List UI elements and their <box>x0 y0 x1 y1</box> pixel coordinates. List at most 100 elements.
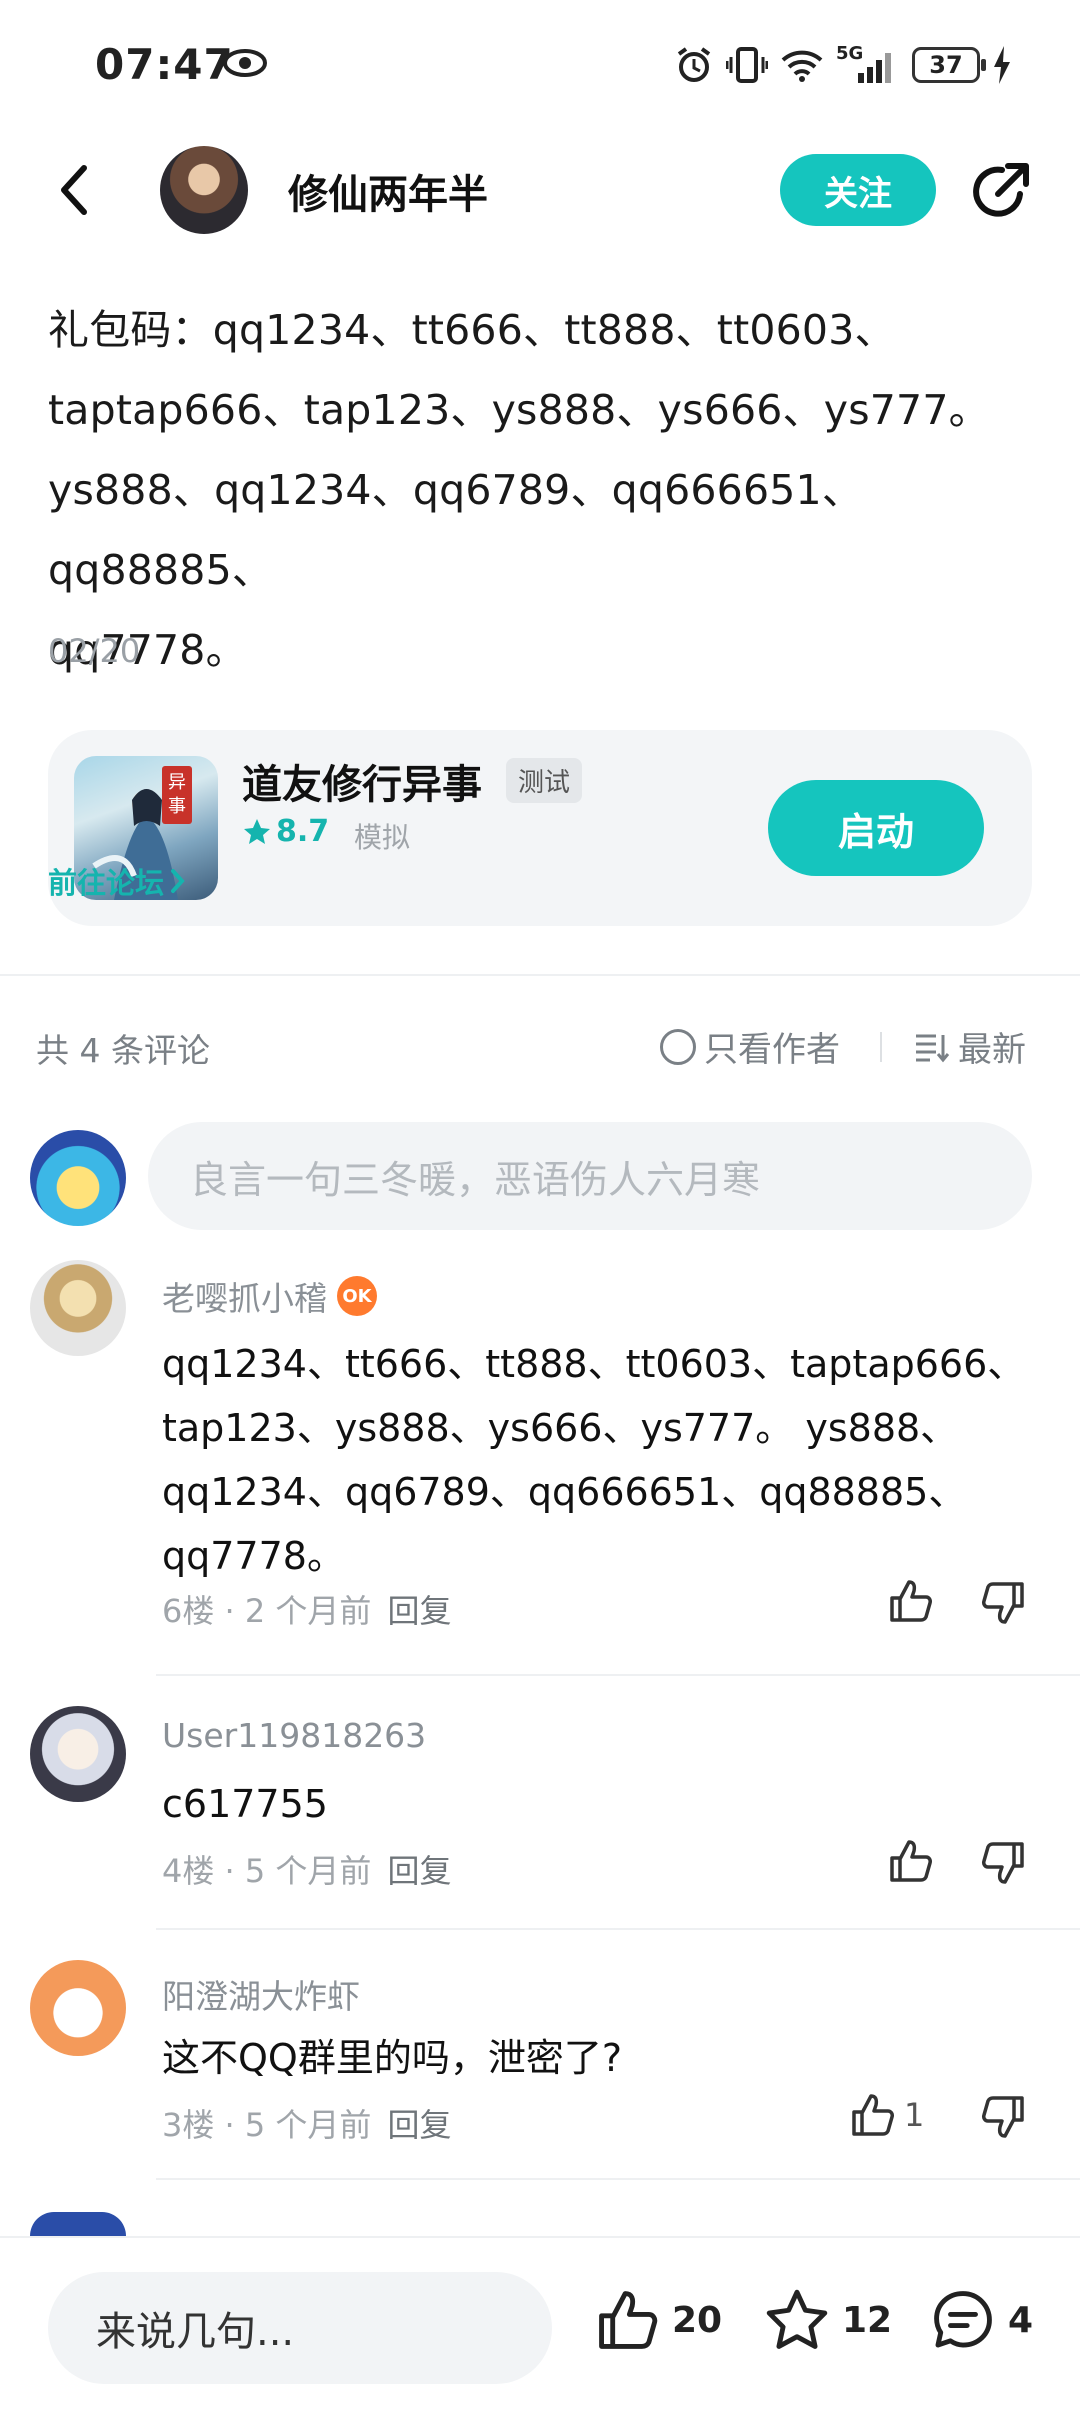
favorite-count: 12 <box>842 2299 893 2341</box>
sort-toggle[interactable]: 最新 <box>914 1022 1026 1071</box>
thumbs-up-icon <box>599 2291 658 2349</box>
commenter-avatar-partial <box>30 2212 126 2236</box>
comments-count: 共 4 条评论 <box>36 1031 210 1070</box>
post-line: 礼包码：qq1234、tt666、tt888、tt0603、 <box>48 306 896 354</box>
like-button[interactable] <box>888 1578 934 1624</box>
game-card[interactable]: 异事 道友修行异事 测试 8.7 模拟 前往论坛 启动 <box>48 730 1032 926</box>
commenter-avatar[interactable] <box>30 1706 126 1802</box>
comment-meta: 3楼 · 5 个月前 回复 <box>162 2106 452 2144</box>
status-time: 07:47 <box>95 40 234 89</box>
like-button[interactable] <box>888 1838 934 1884</box>
thumbs-up-icon <box>890 1580 932 1622</box>
bottom-action-bar: 来说几句... 20 12 4 <box>0 2236 1080 2412</box>
thumbs-down-icon[interactable] <box>980 1580 1026 1626</box>
comment-line: c617755 <box>162 1782 328 1826</box>
thumbs-down-icon[interactable] <box>980 1840 1026 1886</box>
chevron-right-icon <box>171 869 185 893</box>
signal-icon: 5G <box>836 43 900 85</box>
comment-line: qq1234、tt666、tt888、tt0603、taptap666、 <box>162 1342 1026 1386</box>
author-avatar[interactable] <box>160 146 248 234</box>
reply-button[interactable]: 回复 <box>387 1592 451 1630</box>
commenter-avatar[interactable] <box>30 1960 126 2056</box>
author-only-label: 只看作者 <box>704 1030 840 1070</box>
charging-icon <box>994 46 1010 84</box>
post-line: qq7778。 <box>48 626 247 674</box>
share-icon[interactable] <box>968 158 1034 224</box>
game-genre: 模拟 <box>354 821 411 854</box>
post-line: ys888、qq1234、qq6789、qq666651、qq88885、 <box>48 466 864 594</box>
commenter-name[interactable]: 老嘤抓小稽 OK <box>162 1272 377 1320</box>
star-outline-icon <box>766 2289 828 2349</box>
comment-count: 4 <box>1008 2299 1034 2341</box>
follow-button[interactable]: 关注 <box>780 154 936 226</box>
comment-button[interactable]: 4 <box>930 2288 1033 2352</box>
comment-divider <box>156 2178 1080 2180</box>
commenter-avatar[interactable] <box>30 1260 126 1356</box>
wifi-icon <box>781 50 823 82</box>
rating-value: 8.7 <box>276 814 330 849</box>
comment-floor: 6楼 <box>162 1592 215 1630</box>
test-tag: 测试 <box>506 758 583 803</box>
comment-item: 老嘤抓小稽 OK qq1234、tt666、tt888、tt0603、tapta… <box>0 1260 1080 1680</box>
comment-text: c617755 <box>162 1772 1042 1836</box>
launch-button[interactable]: 启动 <box>768 780 984 876</box>
post-date: 02/20 <box>48 632 141 670</box>
commenter-name-text: 阳澄湖大炸虾 <box>162 1977 360 2016</box>
post-header: 修仙两年半 关注 <box>0 130 1080 250</box>
game-badge-icon: OK <box>337 1276 377 1316</box>
battery-icon: 37 <box>912 47 986 83</box>
comment-text: 这不QQ群里的吗，泄密了? <box>162 2026 1042 2090</box>
game-title[interactable]: 道友修行异事 <box>242 752 482 810</box>
sort-label: 最新 <box>958 1030 1026 1070</box>
commenter-name[interactable]: 阳澄湖大炸虾 <box>162 1970 360 2018</box>
comment-floor: 3楼 <box>162 2106 215 2144</box>
sort-separator <box>880 1032 882 1062</box>
comment-item: User119818263 c617755 4楼 · 5 个月前 回复 <box>0 1706 1080 1936</box>
forum-link[interactable]: 前往论坛 <box>48 860 186 902</box>
comment-time: 2 个月前 <box>244 1592 372 1630</box>
comment-floor: 4楼 <box>162 1852 215 1890</box>
like-count: 1 <box>904 2096 925 2134</box>
like-post-button[interactable]: 20 <box>596 2288 722 2352</box>
comment-meta: 6楼 · 2 个月前 回复 <box>162 1592 452 1630</box>
my-avatar[interactable] <box>30 1130 126 1226</box>
thumbs-down-icon[interactable] <box>980 2094 1026 2140</box>
commenter-name[interactable]: User119818263 <box>162 1716 426 1755</box>
vibrate-icon <box>726 47 768 83</box>
battery-level: 37 <box>929 51 963 79</box>
comment-divider <box>156 1928 1080 1930</box>
comment-text: qq1234、tt666、tt888、tt0603、taptap666、 tap… <box>162 1332 1042 1588</box>
status-icons: 5G 37 <box>674 40 1012 90</box>
author-only-toggle[interactable]: 只看作者 <box>660 1022 840 1071</box>
comment-divider <box>156 1674 1080 1676</box>
comment-bubble-icon <box>934 2291 992 2348</box>
post-body: 礼包码：qq1234、tt666、tt888、tt0603、 taptap666… <box>48 290 1038 690</box>
comment-time: 5 个月前 <box>244 2106 372 2144</box>
game-rating: 8.7 <box>242 814 329 849</box>
comment-line: tap123、ys888、ys666、ys777。 ys888、 <box>162 1406 959 1450</box>
author-name[interactable]: 修仙两年半 <box>288 162 488 220</box>
reply-button[interactable]: 回复 <box>387 2106 451 2144</box>
comment-item: 阳澄湖大炸虾 这不QQ群里的吗，泄密了? 3楼 · 5 个月前 回复 1 <box>0 1960 1080 2190</box>
eye-icon <box>223 49 267 77</box>
thumbs-up-icon <box>852 2094 894 2136</box>
comment-meta: 4楼 · 5 个月前 回复 <box>162 1852 452 1890</box>
game-icon-seal: 异事 <box>162 766 192 824</box>
status-bar: 07:47 5G 37 <box>0 0 1080 130</box>
thumbs-up-icon <box>890 1840 932 1882</box>
reply-button[interactable]: 回复 <box>387 1852 451 1890</box>
comment-line: qq1234、qq6789、qq666651、qq88885、 <box>162 1470 967 1514</box>
radio-icon <box>660 1028 696 1065</box>
comment-input[interactable]: 良言一句三冬暖，恶语伤人六月寒 <box>148 1122 1032 1230</box>
forum-link-label: 前往论坛 <box>48 866 165 900</box>
bottom-comment-input[interactable]: 来说几句... <box>48 2272 552 2384</box>
comment-time: 5 个月前 <box>244 1852 372 1890</box>
favorite-button[interactable]: 12 <box>764 2288 892 2352</box>
back-icon[interactable] <box>52 160 100 220</box>
sort-icon <box>916 1034 950 1062</box>
commenter-name-text: 老嘤抓小稽 <box>162 1279 327 1318</box>
commenter-name-text: User119818263 <box>162 1716 427 1755</box>
section-divider <box>0 974 1080 976</box>
comment-line: 这不QQ群里的吗，泄密了? <box>162 2036 622 2080</box>
like-button[interactable]: 1 <box>850 2092 924 2138</box>
